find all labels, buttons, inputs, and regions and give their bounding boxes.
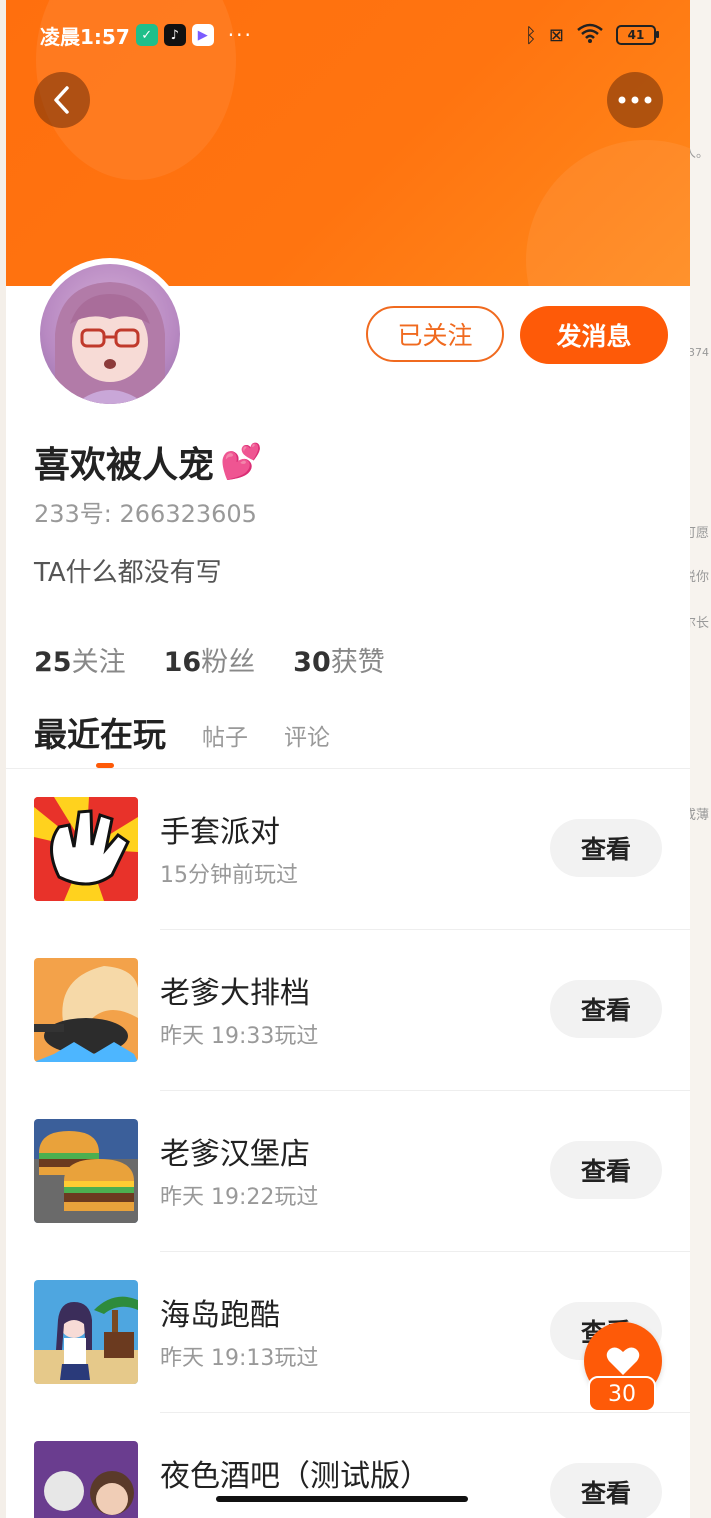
stat-likes[interactable]: 30获赞 [293, 640, 385, 679]
list-item[interactable]: 夜色酒吧（测试版） 查看 [6, 1413, 690, 1518]
tiktok-app-icon: ♪ [163, 24, 186, 46]
list-item[interactable]: 老爹大排档 昨天 19:33玩过 查看 [6, 930, 690, 1091]
bio: TA什么都没有写 [34, 558, 222, 588]
game-thumbnail [34, 958, 138, 1062]
game-thumbnail [34, 1119, 138, 1223]
stats-row: 25关注 16粉丝 30获赞 [34, 640, 385, 679]
stat-fans[interactable]: 16粉丝 [164, 640, 256, 679]
two-hearts-icon: 💕 [220, 442, 263, 482]
back-button[interactable] [34, 72, 90, 128]
game-name: 手套派对 [160, 815, 280, 850]
profile-tabs: 最近在玩 帖子 评论 [34, 708, 366, 756]
followed-button[interactable]: 已关注 [366, 306, 504, 362]
stat-number: 16 [163, 647, 202, 678]
last-played: 昨天 19:13玩过 [160, 1346, 319, 1371]
last-played: 昨天 19:22玩过 [160, 1185, 319, 1210]
play-app-icon: ▶ [191, 24, 214, 46]
game-name: 海岛跑酷 [160, 1298, 280, 1333]
battery-icon: 41 [616, 25, 659, 45]
peek-text: 374 [688, 346, 709, 359]
tab-recently-played[interactable]: 最近在玩 [34, 708, 166, 756]
battery-level: 41 [627, 28, 645, 42]
stat-number: 25 [34, 647, 72, 678]
game-name: 老爹汉堡店 [160, 1137, 310, 1172]
nickname: 喜欢被人宠 💕 [34, 436, 262, 488]
view-button[interactable]: 查看 [550, 1463, 662, 1518]
last-played: 昨天 19:33玩过 [160, 1024, 319, 1049]
tab-posts[interactable]: 帖子 [202, 718, 248, 752]
sim-icon: ⊠ [548, 24, 564, 46]
like-count-badge: 30 [588, 1376, 656, 1412]
bluetooth-icon: ᛒ [524, 23, 537, 47]
stat-label: 关注 [71, 647, 126, 678]
shield-app-icon: ✓ [135, 24, 158, 46]
avatar-illustration [55, 282, 165, 404]
stat-label: 获赞 [330, 647, 385, 678]
view-button[interactable]: 查看 [550, 819, 662, 877]
send-message-button[interactable]: 发消息 [520, 306, 668, 364]
nickname-text: 喜欢被人宠 [34, 445, 215, 486]
wifi-icon [576, 23, 604, 48]
list-item[interactable]: 老爹汉堡店 昨天 19:22玩过 查看 [6, 1091, 690, 1252]
more-options-button[interactable] [607, 72, 663, 128]
stat-label: 粉丝 [201, 647, 256, 678]
home-indicator[interactable] [216, 1496, 468, 1502]
more-dots-icon [618, 96, 652, 104]
chevron-left-icon [54, 86, 69, 114]
background-app-right-edge: 人。 374 可愿 说你 尔长 或薄 [683, 0, 711, 1518]
game-thumbnail [34, 1441, 138, 1518]
user-id: 233号: 266323605 [34, 500, 257, 528]
view-button[interactable]: 查看 [550, 980, 662, 1038]
last-played: 15分钟前玩过 [160, 863, 298, 888]
status-bar: 凌晨1:57 ✓ ♪ ▶ ··· ᛒ ⊠ 41 [40, 20, 659, 50]
game-thumbnail [34, 1280, 138, 1384]
stat-number: 30 [293, 647, 331, 678]
profile-screen: 凌晨1:57 ✓ ♪ ▶ ··· ᛒ ⊠ 41 已关注 发消息 喜欢被人宠 💕 … [6, 0, 690, 1518]
view-button[interactable]: 查看 [550, 1141, 662, 1199]
stat-following[interactable]: 25关注 [34, 640, 126, 679]
status-time: 凌晨1:57 [40, 24, 130, 49]
more-notifications-icon: ··· [227, 23, 253, 47]
game-name: 夜色酒吧（测试版） [160, 1459, 430, 1494]
list-item[interactable]: 手套派对 15分钟前玩过 查看 [6, 769, 690, 930]
tab-comments[interactable]: 评论 [284, 718, 330, 752]
game-name: 老爹大排档 [160, 976, 310, 1011]
game-thumbnail [34, 797, 138, 901]
heart-icon [606, 1347, 640, 1375]
avatar[interactable] [40, 264, 180, 404]
